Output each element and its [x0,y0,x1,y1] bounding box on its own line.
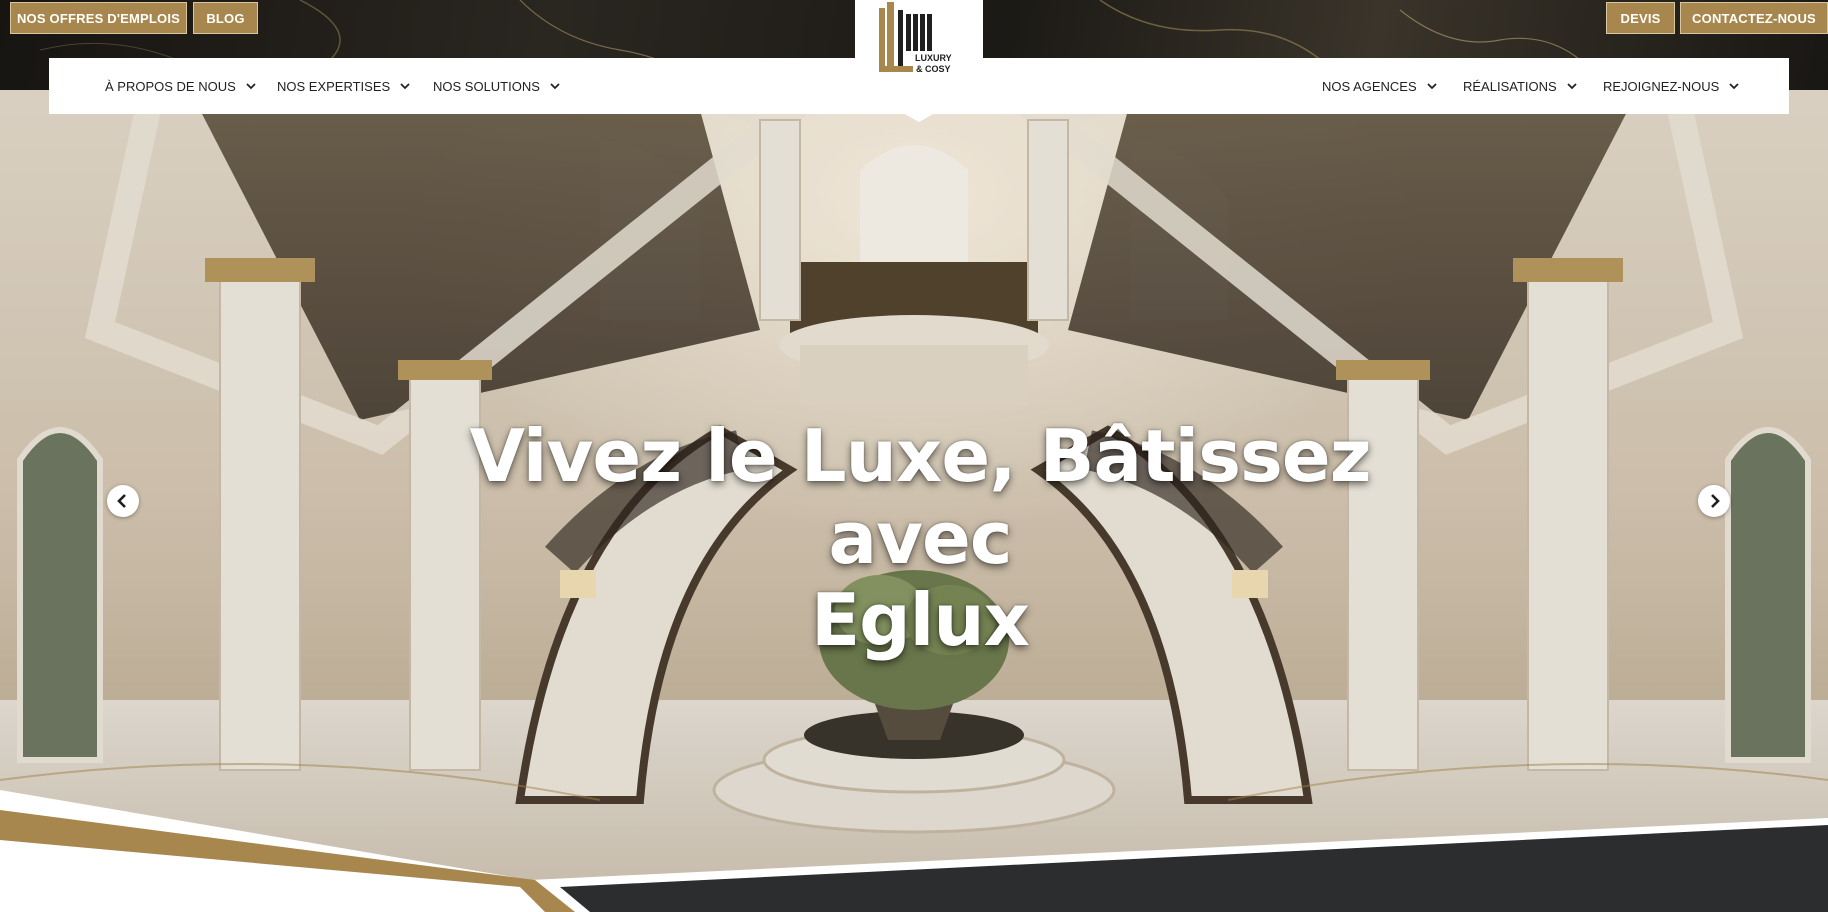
quote-button[interactable]: DEVIS [1606,2,1675,34]
nav-item-solutions[interactable]: NOS SOLUTIONS [433,58,561,114]
hero-headline: Vivez le Luxe, Bâtissez avec Eglux [420,415,1420,661]
nav-item-expertises[interactable]: NOS EXPERTISES [277,58,411,114]
hero-headline-line1: Vivez le Luxe, Bâtissez avec [469,414,1371,580]
chevron-down-icon [1427,83,1437,90]
chevron-down-icon [400,83,410,90]
nav-item-label: RÉALISATIONS [1463,78,1557,94]
nav-item-label: À PROPOS DE NOUS [105,78,236,94]
site-logo[interactable]: LUXURY & COSY [855,0,983,122]
decorative-bottom-bands [0,790,1828,912]
chevron-down-icon [1567,83,1577,90]
hero-headline-line2: Eglux [810,578,1030,662]
contact-button[interactable]: CONTACTEZ-NOUS [1680,2,1828,34]
job-offers-button[interactable]: NOS OFFRES D'EMPLOIS [10,2,187,34]
hero-slider: NOS OFFRES D'EMPLOIS BLOG DEVIS CONTACTE… [0,0,1828,912]
nav-item-realisations[interactable]: RÉALISATIONS [1463,58,1578,114]
nav-item-label: NOS EXPERTISES [277,78,391,94]
nav-item-label: NOS SOLUTIONS [433,78,540,94]
nav-item-label: NOS AGENCES [1322,78,1417,94]
chevron-right-icon [1711,494,1720,508]
chevron-down-icon [550,83,560,90]
chevron-down-icon [246,83,256,90]
logo-text-line1: LUXURY [915,53,952,63]
logo-badge: LUXURY & COSY [855,0,983,122]
blog-button[interactable]: BLOG [193,2,258,34]
nav-item-about[interactable]: À PROPOS DE NOUS [105,58,257,114]
nav-item-label: REJOIGNEZ-NOUS [1603,78,1720,94]
nav-item-join-us[interactable]: REJOIGNEZ-NOUS [1603,58,1740,114]
logo-text-line2: & COSY [916,64,951,74]
slider-next-button[interactable] [1698,485,1730,517]
nav-item-agencies[interactable]: NOS AGENCES [1322,58,1438,114]
slider-prev-button[interactable] [107,485,139,517]
chevron-down-icon [1729,83,1739,90]
chevron-left-icon [117,494,126,508]
